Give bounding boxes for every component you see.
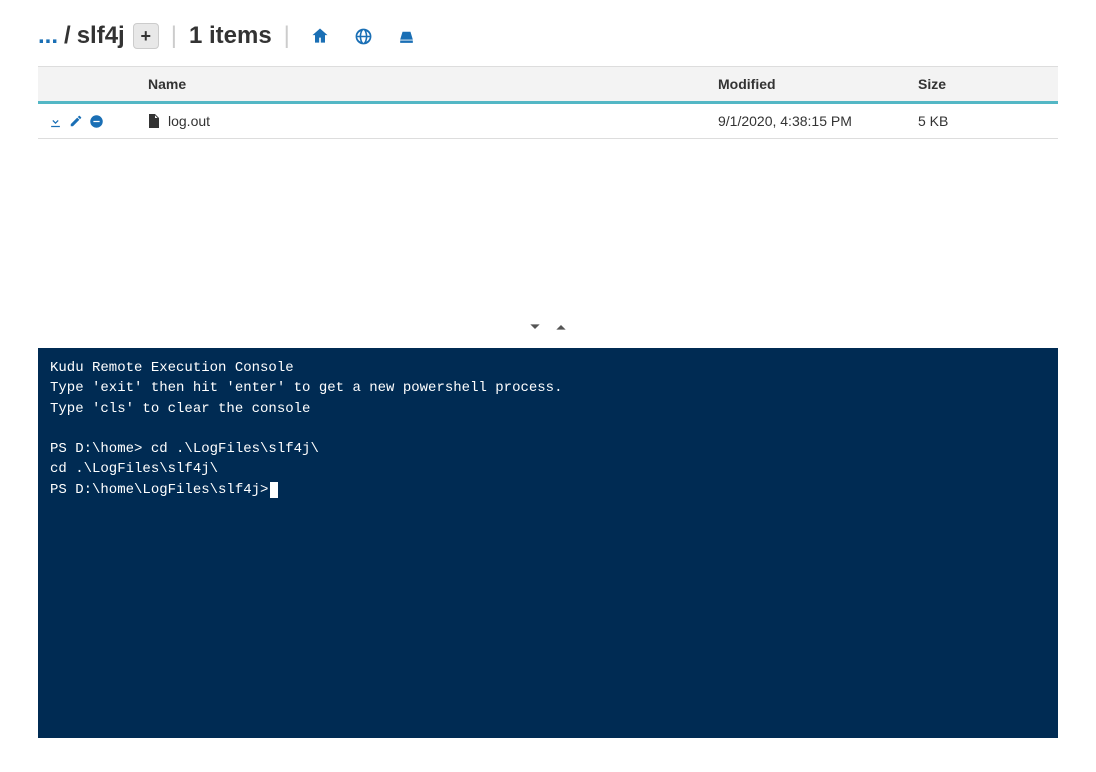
console-line: Kudu Remote Execution Console	[50, 360, 294, 376]
console-line: Type 'exit' then hit 'enter' to get a ne…	[50, 380, 562, 396]
console-terminal[interactable]: Kudu Remote Execution Console Type 'exit…	[38, 348, 1058, 738]
chevron-down-icon[interactable]	[525, 319, 545, 335]
file-icon	[148, 114, 160, 128]
file-modified: 9/1/2020, 4:38:15 PM	[708, 103, 908, 139]
file-table: Name Modified Size	[38, 66, 1058, 139]
globe-icon[interactable]	[354, 27, 373, 46]
console-prompt: PS D:\home\LogFiles\slf4j>	[50, 482, 268, 498]
disk-icon[interactable]	[397, 27, 416, 46]
add-button[interactable]: +	[133, 23, 159, 49]
split-resize-controls	[0, 139, 1096, 344]
divider: |	[284, 22, 290, 50]
console-line: Type 'cls' to clear the console	[50, 401, 310, 417]
col-header-size[interactable]: Size	[908, 67, 1058, 103]
table-row[interactable]: log.out 9/1/2020, 4:38:15 PM 5 KB	[38, 103, 1058, 139]
row-actions	[48, 114, 128, 129]
breadcrumb-current-folder: slf4j	[77, 22, 125, 50]
home-icon[interactable]	[310, 26, 330, 46]
cursor	[270, 482, 278, 498]
toolbar-icons	[310, 26, 416, 46]
divider: |	[171, 22, 177, 50]
breadcrumb-separator: /	[64, 22, 71, 50]
col-header-name[interactable]: Name	[138, 67, 708, 103]
file-size: 5 KB	[908, 103, 1058, 139]
edit-icon[interactable]	[69, 114, 83, 129]
download-icon[interactable]	[48, 114, 63, 129]
breadcrumb: ... / slf4j + | 1 items |	[0, 0, 1096, 66]
breadcrumb-parent-ellipsis[interactable]: ...	[38, 22, 58, 50]
col-header-modified[interactable]: Modified	[708, 67, 908, 103]
col-header-actions	[38, 67, 138, 103]
item-count: 1 items	[189, 22, 272, 50]
chevron-up-icon[interactable]	[551, 319, 571, 335]
console-line: PS D:\home> cd .\LogFiles\slf4j\	[50, 441, 319, 457]
console-line: cd .\LogFiles\slf4j\	[50, 461, 218, 477]
file-name[interactable]: log.out	[168, 113, 210, 129]
delete-icon[interactable]	[89, 114, 104, 129]
file-table-container: Name Modified Size	[0, 66, 1096, 139]
